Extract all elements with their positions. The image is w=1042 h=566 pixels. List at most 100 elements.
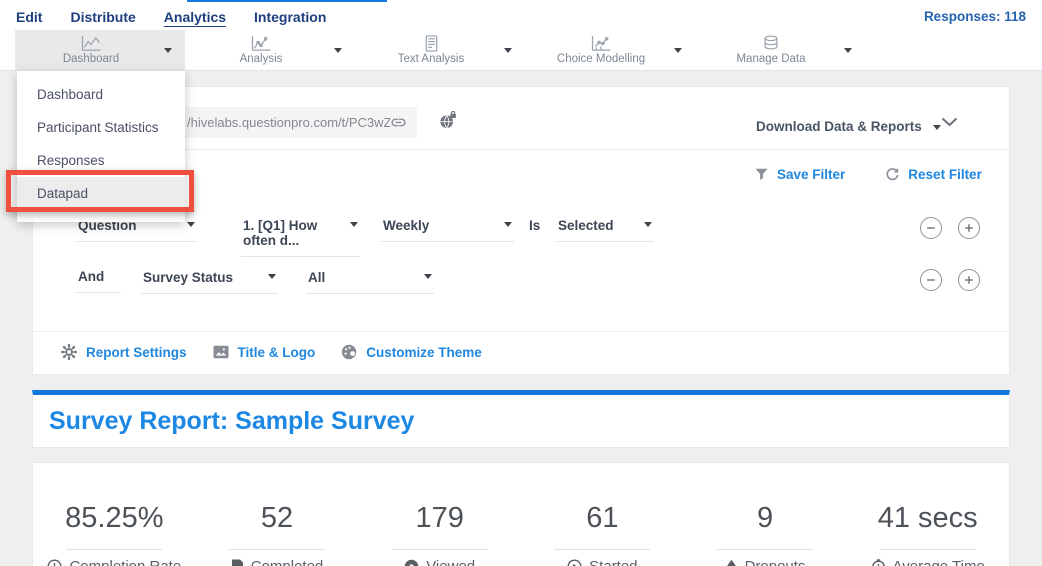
divider — [880, 549, 976, 550]
toolbar-item-label: Dashboard — [63, 53, 119, 65]
customize-theme-label: Customize Theme — [366, 345, 482, 360]
chevron-down-icon — [933, 125, 941, 130]
divider — [66, 549, 162, 550]
stat-label: Viewed — [426, 558, 475, 566]
nav-tab-edit[interactable]: Edit — [16, 7, 42, 24]
stat-value: 52 — [261, 503, 293, 535]
toolbar-item-dashboard[interactable]: Dashboard — [15, 30, 185, 70]
stat-label: Dropouts — [745, 558, 806, 566]
annotation-highlight-box — [6, 170, 194, 212]
filter-status-value-value: All — [308, 270, 325, 285]
stat-label: Completion Rate — [69, 558, 181, 566]
stat-label: Average Time — [893, 558, 985, 566]
stat-average-time: 41 secs Average Time — [846, 503, 1009, 566]
caret-down-icon — [350, 222, 358, 227]
clock-icon — [47, 559, 62, 566]
chevron-down-icon — [164, 48, 172, 53]
document-icon — [231, 559, 244, 566]
divider — [554, 549, 650, 550]
filter-condition-value: Selected — [558, 218, 614, 233]
toolbar-item-choice-modelling[interactable]: Choice Modelling — [525, 30, 695, 70]
toolbar-item-label: Manage Data — [736, 53, 805, 65]
stat-value: 85.25% — [65, 503, 163, 535]
add-filter-row-button[interactable] — [958, 269, 980, 291]
divider — [392, 549, 488, 550]
stat-started: 61 Started — [521, 503, 684, 566]
reset-filter-button[interactable]: Reset Filter — [885, 167, 982, 182]
title-logo-label: Title & Logo — [238, 345, 316, 360]
report-settings-button[interactable]: Report Settings — [61, 344, 187, 360]
toolbar-item-analysis[interactable]: Analysis — [185, 30, 355, 70]
refresh-icon — [885, 168, 899, 182]
gear-icon — [61, 344, 77, 360]
divider — [229, 549, 325, 550]
report-settings-label: Report Settings — [86, 345, 187, 360]
trend-chart-icon — [249, 35, 273, 52]
toolbar-item-label: Choice Modelling — [557, 53, 645, 65]
stat-value: 61 — [586, 503, 618, 535]
report-title-panel: Survey Report: Sample Survey — [32, 390, 1010, 448]
line-chart-icon — [79, 35, 103, 52]
image-icon — [213, 345, 229, 359]
filter-question-select[interactable]: 1. [Q1] How often d... — [241, 217, 360, 257]
analytics-toolbar: Dashboard Analysis — [0, 30, 1042, 71]
globe-lock-icon[interactable] — [438, 111, 457, 130]
filter-status-value-select[interactable]: All — [306, 269, 434, 294]
add-filter-row-button[interactable] — [958, 217, 980, 239]
chevron-down-icon — [334, 48, 342, 53]
nav-tab-distribute[interactable]: Distribute — [70, 7, 135, 24]
remove-filter-row-button[interactable] — [920, 269, 942, 291]
filter-condition-select[interactable]: Selected — [556, 217, 654, 242]
caret-down-icon — [268, 274, 276, 279]
stat-viewed: 179 Viewed — [358, 503, 521, 566]
eye-icon — [404, 559, 419, 566]
menu-item-participant-statistics[interactable]: Participant Statistics — [17, 111, 185, 144]
toolbar-item-manage-data[interactable]: Manage Data — [695, 30, 865, 70]
download-data-reports-button[interactable]: Download Data & Reports — [756, 119, 941, 134]
customize-theme-button[interactable]: Customize Theme — [341, 344, 482, 360]
database-icon — [760, 35, 782, 52]
filter-status-select[interactable]: Survey Status — [141, 269, 278, 294]
bar-line-chart-icon — [589, 35, 613, 52]
responses-count: Responses: 118 — [924, 7, 1026, 24]
stat-label: Completed — [251, 558, 324, 566]
timer-icon — [871, 559, 886, 566]
stat-completion-rate: 85.25% Completion Rate — [33, 503, 196, 566]
save-filter-button[interactable]: Save Filter — [755, 167, 845, 182]
nav-tab-integration[interactable]: Integration — [254, 7, 326, 24]
stat-value: 9 — [757, 503, 773, 535]
stat-value: 179 — [415, 503, 463, 535]
chevron-down-icon — [844, 48, 852, 53]
toolbar-item-label: Analysis — [240, 53, 283, 65]
nav-tab-analytics[interactable]: Analytics — [164, 7, 226, 24]
collapse-panel-button[interactable] — [941, 117, 958, 127]
filter-actions: Save Filter Reset Filter — [755, 167, 982, 182]
toolbar-item-text-analysis[interactable]: Text Analysis — [355, 30, 525, 70]
page-title: Survey Report: Sample Survey — [49, 407, 414, 436]
divider — [717, 549, 813, 550]
caret-down-icon — [644, 222, 652, 227]
stat-value: 41 secs — [878, 503, 978, 535]
drop-icon — [725, 559, 738, 566]
remove-filter-row-button[interactable] — [920, 217, 942, 239]
filter-status-value: Survey Status — [143, 270, 233, 285]
link-icon[interactable] — [390, 114, 407, 131]
stats-panel: 85.25% Completion Rate 52 Completed 179 … — [32, 462, 1010, 566]
funnel-icon — [755, 168, 768, 181]
title-logo-button[interactable]: Title & Logo — [213, 344, 316, 360]
chevron-down-icon — [674, 48, 682, 53]
top-nav: Edit Distribute Analytics Integration Re… — [0, 0, 1042, 30]
caret-down-icon — [424, 274, 432, 279]
stat-completed: 52 Completed — [196, 503, 359, 566]
save-filter-label: Save Filter — [777, 167, 845, 182]
filter-answer-select[interactable]: Weekly — [381, 217, 514, 242]
stat-label: Started — [589, 558, 637, 566]
caret-down-icon — [187, 222, 195, 227]
reset-filter-label: Reset Filter — [908, 167, 982, 182]
palette-icon — [341, 344, 357, 360]
toolbar-item-label: Text Analysis — [398, 53, 464, 65]
filter-operator-label: Is — [529, 218, 540, 233]
filter-question-value: 1. [Q1] How often d... — [243, 218, 350, 248]
menu-item-dashboard[interactable]: Dashboard — [17, 78, 185, 111]
chevron-down-icon — [504, 48, 512, 53]
